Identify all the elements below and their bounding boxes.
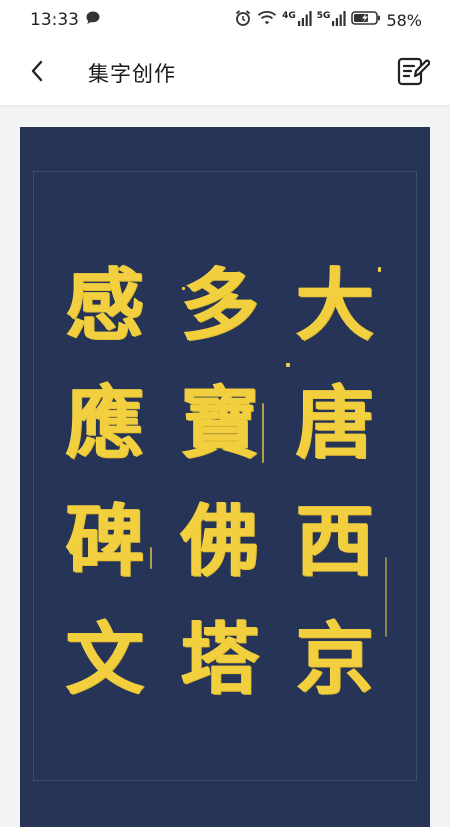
signal-icon (297, 10, 312, 31)
status-left: 13:33 (30, 10, 101, 31)
calligraphy-character: 感 (65, 260, 144, 351)
wifi-icon (257, 10, 277, 31)
chevron-left-icon (29, 59, 45, 87)
ink-speck (182, 287, 185, 290)
calligraphy-character: 唐 (295, 378, 374, 469)
calligraphy-character: 佛 (180, 496, 259, 587)
calligraphy-canvas: 大 唐 西 京 多 寶 佛 塔 感 應 碑 文 (20, 127, 430, 827)
calligraphy-character: 京 (295, 614, 374, 705)
status-right: 4G 5G 58% (234, 9, 422, 32)
calligraphy-character: 西 (295, 496, 374, 587)
edit-note-icon (396, 54, 431, 92)
battery-percent: 58% (386, 10, 422, 30)
chat-bubble-icon (85, 10, 101, 31)
calligraphy-column-3: 感 應 碑 文 (55, 247, 155, 719)
network-label-4g: 4G (282, 11, 296, 21)
calligraphy-character: 寶 (180, 378, 259, 469)
app-bar: 集字创作 (0, 40, 450, 106)
edit-button[interactable] (394, 54, 432, 92)
ink-speck (262, 403, 264, 463)
calligraphy-character: 塔 (180, 614, 259, 705)
calligraphy-column-2: 多 寶 佛 塔 (170, 247, 270, 719)
ink-speck (385, 557, 387, 637)
ink-speck (378, 267, 381, 272)
status-bar: 13:33 4G 5G 58% (0, 0, 450, 40)
calligraphy-column-1: 大 唐 西 京 (285, 247, 385, 719)
calligraphy-character: 多 (180, 260, 259, 351)
battery-charging-icon (351, 10, 381, 31)
calligraphy-character: 大 (295, 260, 374, 351)
status-time: 13:33 (30, 10, 79, 30)
calligraphy-character: 碑 (65, 496, 144, 587)
calligraphy-character: 文 (65, 614, 144, 705)
back-button[interactable] (20, 56, 54, 90)
calligraphy-character: 應 (65, 378, 144, 469)
page-title: 集字创作 (88, 61, 176, 86)
ink-speck (286, 363, 290, 367)
network-label-5g: 5G (316, 11, 331, 21)
alarm-icon (234, 9, 252, 32)
signal-icon (332, 10, 347, 31)
ink-speck (150, 547, 152, 569)
